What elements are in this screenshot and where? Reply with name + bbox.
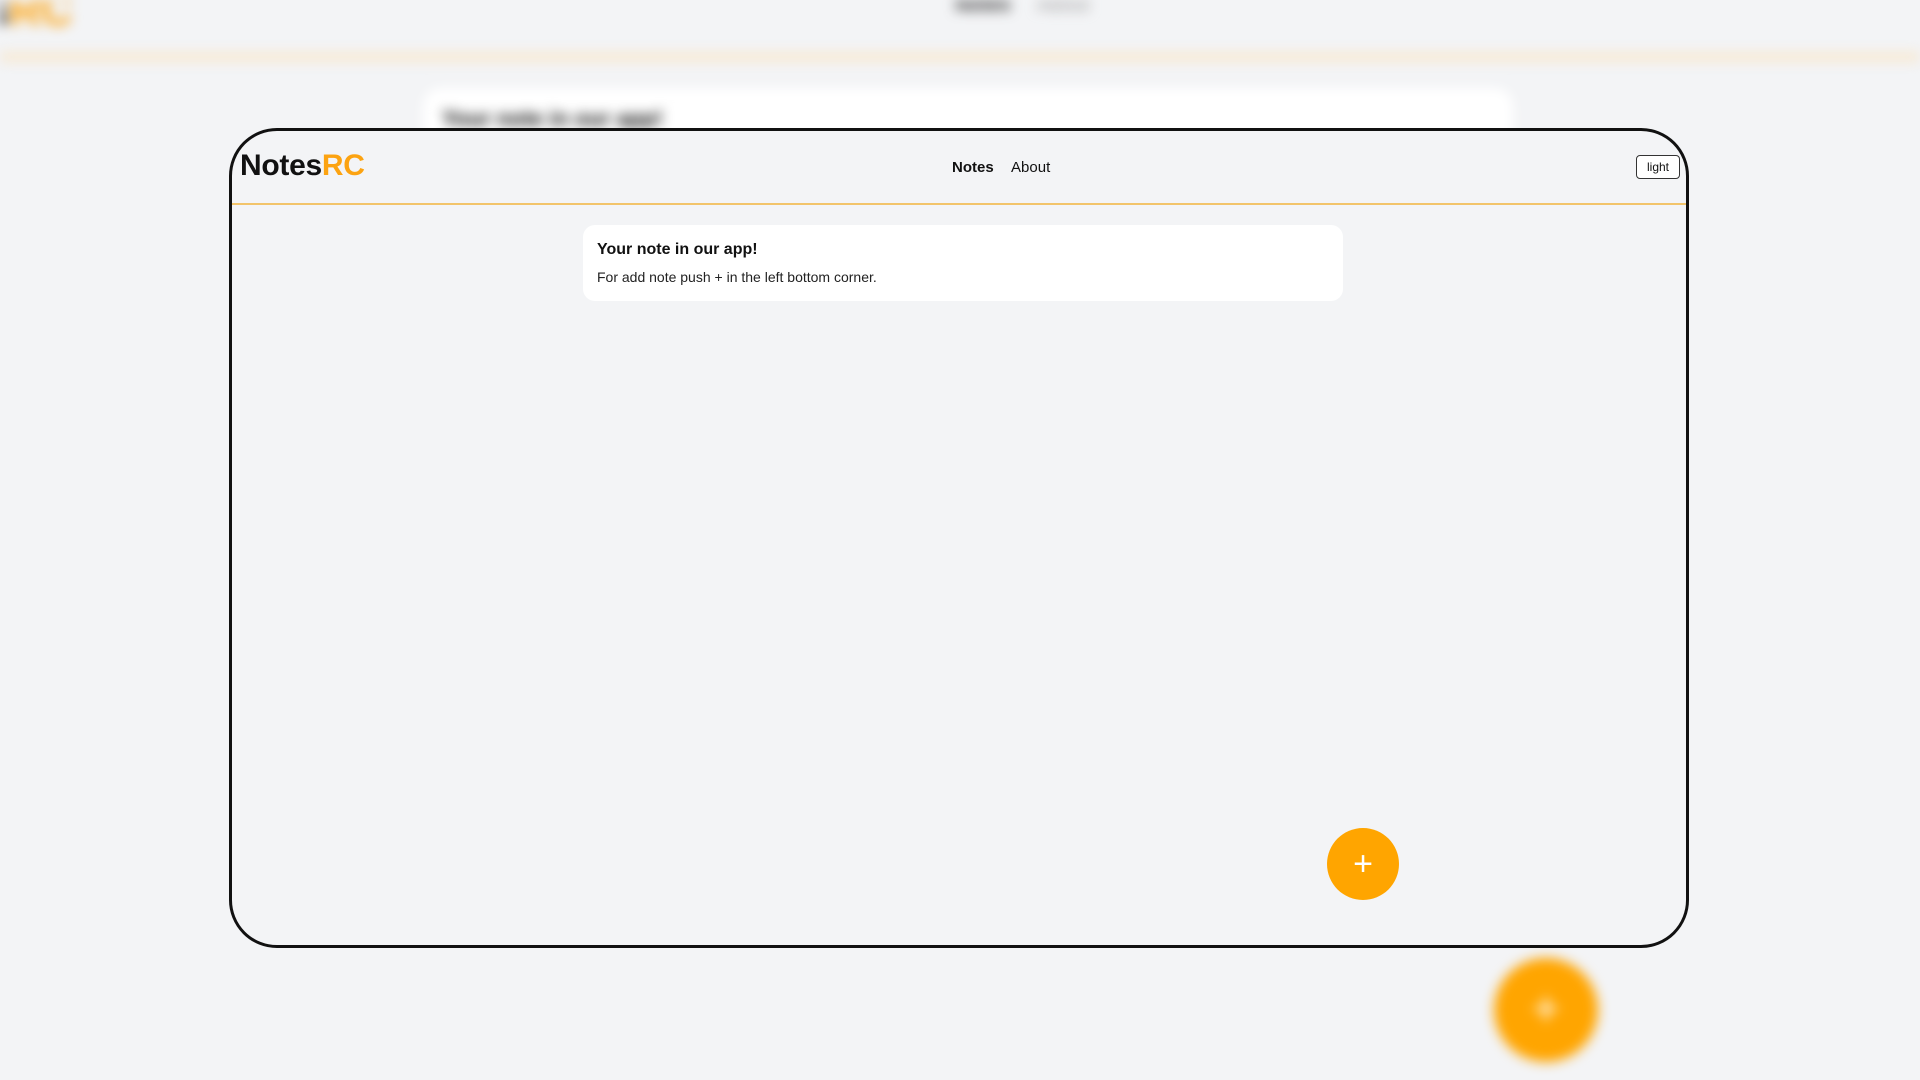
note-title: Your note in our app!: [597, 241, 758, 258]
background-nav-notes: Notes: [955, 0, 1011, 16]
background-nav-about: About: [1037, 0, 1090, 16]
app-window: NotesRC Notes About light Your note in o…: [229, 128, 1689, 948]
nav-item-about[interactable]: About: [1011, 159, 1050, 176]
background-logo: esRC: [0, 0, 73, 36]
theme-toggle-button[interactable]: light: [1636, 155, 1680, 179]
note-card[interactable]: Your note in our app! For add note push …: [583, 225, 1343, 301]
header: NotesRC Notes About light: [232, 131, 1686, 205]
add-note-button[interactable]: +: [1327, 828, 1399, 900]
background-nav: Notes About: [955, 0, 1111, 17]
background-logo-main: es: [0, 0, 9, 35]
note-text: For add note push + in the left bottom c…: [597, 269, 877, 285]
logo-main: Notes: [240, 149, 322, 182]
main-nav: Notes About: [952, 159, 1064, 176]
background-logo-accent: RC: [8, 0, 73, 35]
app-logo[interactable]: NotesRC: [240, 149, 365, 183]
logo-accent: RC: [321, 149, 365, 182]
background-divider: [0, 52, 1920, 62]
background-add-button: +: [1494, 958, 1598, 1062]
nav-item-notes[interactable]: Notes: [952, 159, 994, 176]
